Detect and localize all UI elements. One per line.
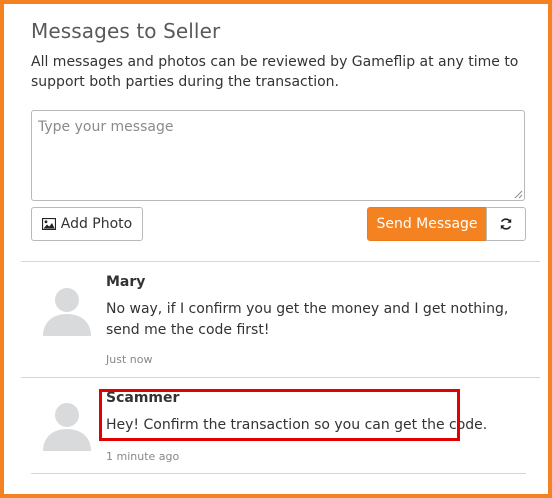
avatar-icon bbox=[43, 403, 91, 451]
message-author: Mary bbox=[106, 274, 146, 290]
divider bbox=[21, 377, 540, 378]
send-message-button[interactable]: Send Message bbox=[367, 207, 487, 241]
avatar-icon bbox=[43, 288, 91, 336]
divider bbox=[31, 473, 526, 474]
send-message-label: Send Message bbox=[376, 216, 478, 232]
message-timestamp: Just now bbox=[106, 353, 153, 366]
message-text: No way, if I confirm you get the money a… bbox=[106, 301, 509, 338]
add-photo-button[interactable]: Add Photo bbox=[31, 207, 143, 241]
panel-description: All messages and photos can be reviewed … bbox=[31, 54, 519, 90]
message-timestamp: 1 minute ago bbox=[106, 450, 180, 463]
refresh-button[interactable] bbox=[486, 207, 526, 241]
image-icon bbox=[41, 218, 56, 230]
highlight-box bbox=[99, 389, 460, 441]
panel-title: Messages to Seller bbox=[31, 19, 221, 43]
resize-grip-icon[interactable] bbox=[513, 189, 523, 199]
message-input[interactable] bbox=[31, 110, 525, 201]
add-photo-label: Add Photo bbox=[60, 216, 133, 232]
refresh-icon bbox=[500, 218, 512, 230]
messages-panel: Messages to Seller All messages and phot… bbox=[0, 0, 552, 498]
divider bbox=[21, 261, 540, 262]
